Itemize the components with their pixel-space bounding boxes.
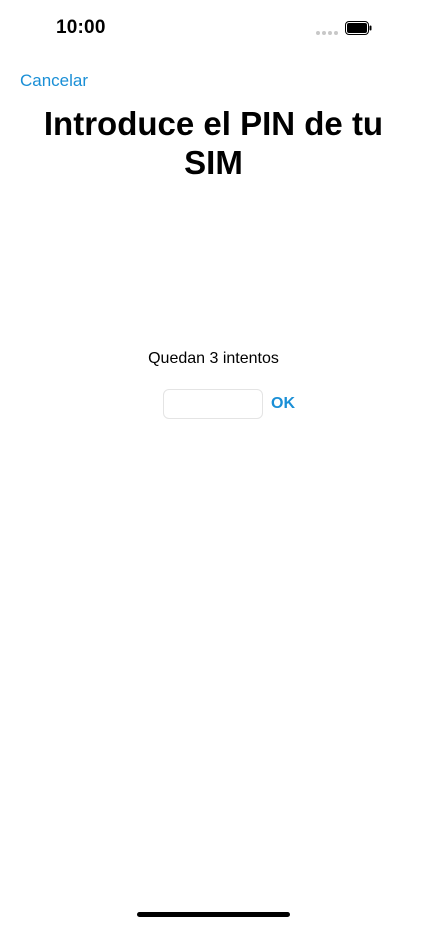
home-indicator[interactable] [137,912,290,917]
pin-input[interactable] [163,389,263,419]
page-title: Introduce el PIN de tu SIM [43,105,384,181]
ok-button[interactable]: OK [271,395,295,413]
attempts-remaining-text: Quedan 3 intentos [148,350,279,367]
status-bar: 10:00 [0,0,427,56]
status-time: 10:00 [56,17,106,38]
battery-full-icon [345,21,372,35]
cancel-button[interactable]: Cancelar [20,71,88,91]
signal-dots-icon [316,31,338,35]
